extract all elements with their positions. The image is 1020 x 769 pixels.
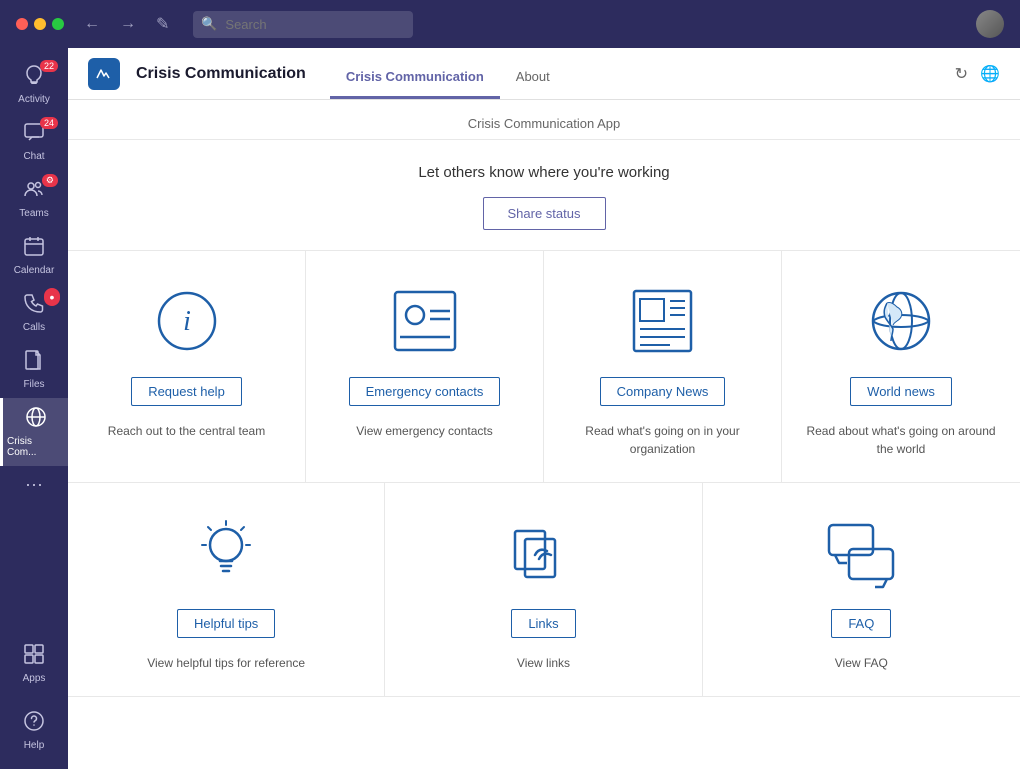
company-news-icon [630, 281, 695, 361]
card-world-news: World news Read about what's going on ar… [782, 251, 1020, 482]
sidebar-item-apps[interactable]: Apps [0, 635, 68, 692]
sidebar-item-activity-label: Activity [18, 94, 50, 105]
links-icon [507, 513, 579, 593]
sidebar-item-chat[interactable]: 24 Chat [0, 113, 68, 170]
links-desc: View links [517, 654, 570, 672]
links-button[interactable]: Links [511, 609, 575, 638]
card-links: Links View links [385, 483, 702, 696]
sidebar-item-apps-label: Apps [23, 673, 46, 684]
teams-badge: ⚙ [42, 174, 58, 187]
card-request-help: i Request help Reach out to the central … [68, 251, 306, 482]
sidebar-item-calendar[interactable]: Calendar [0, 227, 68, 284]
emergency-contacts-button[interactable]: Emergency contacts [349, 377, 501, 406]
app-tabs: Crisis Communication About [330, 48, 566, 99]
app-icon [88, 58, 120, 90]
sidebar-item-chat-label: Chat [23, 151, 44, 162]
chat-badge: 24 [40, 117, 58, 129]
calls-icon [23, 292, 45, 320]
tab-about[interactable]: About [500, 61, 566, 99]
emergency-contacts-icon [390, 281, 460, 361]
main-wrapper: 22 Activity 24 Chat ⚙ [0, 48, 1020, 769]
tab-crisis-communication[interactable]: Crisis Communication [330, 61, 500, 99]
company-news-desc: Read what's going on in your organizatio… [564, 422, 761, 458]
sidebar-item-teams-label: Teams [19, 208, 48, 219]
search-input[interactable] [193, 11, 413, 38]
status-text: Let others know where you're working [88, 164, 1000, 181]
help-icon [23, 710, 45, 738]
maximize-button[interactable] [52, 18, 64, 30]
app-body-title: Crisis Communication App [68, 100, 1020, 140]
sidebar-item-crisis[interactable]: Crisis Com... [0, 398, 68, 466]
sidebar-nav: 22 Activity 24 Chat ⚙ [0, 48, 68, 769]
share-status-button[interactable]: Share status [483, 197, 606, 230]
sidebar-item-calls-label: Calls [23, 322, 45, 333]
sidebar-item-help-label: Help [24, 740, 45, 751]
header-actions: ↻ 🌐 [955, 64, 1000, 84]
world-news-desc: Read about what's going on around the wo… [802, 422, 1000, 458]
title-bar: ← → ✎ 🔍 [0, 0, 1020, 48]
cards-row-1: i Request help Reach out to the central … [68, 251, 1020, 483]
faq-button[interactable]: FAQ [831, 609, 891, 638]
minimize-button[interactable] [34, 18, 46, 30]
search-container: 🔍 [193, 11, 577, 38]
world-news-button[interactable]: World news [850, 377, 952, 406]
sidebar-item-teams[interactable]: ⚙ Teams [0, 170, 68, 227]
app-title: Crisis Communication [136, 65, 306, 83]
activity-badge: 22 [40, 60, 58, 72]
helpful-tips-button[interactable]: Helpful tips [177, 609, 275, 638]
more-icon: ··· [25, 474, 43, 495]
app-body: Crisis Communication App Let others know… [68, 100, 1020, 769]
sidebar-item-files[interactable]: Files [0, 341, 68, 398]
card-faq: FAQ View FAQ [703, 483, 1020, 696]
request-help-icon: i [152, 281, 222, 361]
sidebar-item-activity[interactable]: 22 Activity [0, 56, 68, 113]
request-help-button[interactable]: Request help [131, 377, 242, 406]
card-company-news: Company News Read what's going on in you… [544, 251, 782, 482]
app-header: Crisis Communication Crisis Communicatio… [68, 48, 1020, 100]
helpful-tips-desc: View helpful tips for reference [147, 654, 305, 672]
sidebar-item-more[interactable]: ··· [0, 466, 68, 505]
sidebar-item-files-label: Files [23, 379, 44, 390]
helpful-tips-icon [190, 513, 262, 593]
avatar[interactable] [976, 10, 1004, 38]
request-help-desc: Reach out to the central team [108, 422, 265, 440]
globe-icon[interactable]: 🌐 [980, 64, 1000, 84]
world-news-icon [865, 281, 937, 361]
forward-button[interactable]: → [116, 11, 140, 37]
faq-desc: View FAQ [835, 654, 888, 672]
company-news-button[interactable]: Company News [600, 377, 726, 406]
refresh-icon[interactable]: ↻ [955, 64, 968, 84]
card-emergency-contacts: Emergency contacts View emergency contac… [306, 251, 544, 482]
sidebar-item-calendar-label: Calendar [14, 265, 55, 276]
faq-icon [825, 513, 897, 593]
traffic-lights [16, 18, 64, 30]
status-section: Let others know where you're working Sha… [68, 140, 1020, 251]
cards-row-2: Helpful tips View helpful tips for refer… [68, 483, 1020, 697]
apps-icon [23, 643, 45, 671]
sidebar-item-calls[interactable]: • Calls [0, 284, 68, 341]
sidebar-item-help[interactable]: Help [0, 702, 68, 759]
card-helpful-tips: Helpful tips View helpful tips for refer… [68, 483, 385, 696]
files-icon [23, 349, 45, 377]
calls-badge: • [44, 288, 60, 306]
content-area: Crisis Communication Crisis Communicatio… [68, 48, 1020, 769]
back-button[interactable]: ← [80, 11, 104, 37]
crisis-icon [25, 406, 47, 434]
compose-button[interactable]: ✎ [152, 10, 173, 38]
svg-text:i: i [183, 306, 191, 337]
sidebar-item-crisis-label: Crisis Com... [7, 436, 64, 458]
emergency-contacts-desc: View emergency contacts [356, 422, 493, 440]
close-button[interactable] [16, 18, 28, 30]
calendar-icon [23, 235, 45, 263]
